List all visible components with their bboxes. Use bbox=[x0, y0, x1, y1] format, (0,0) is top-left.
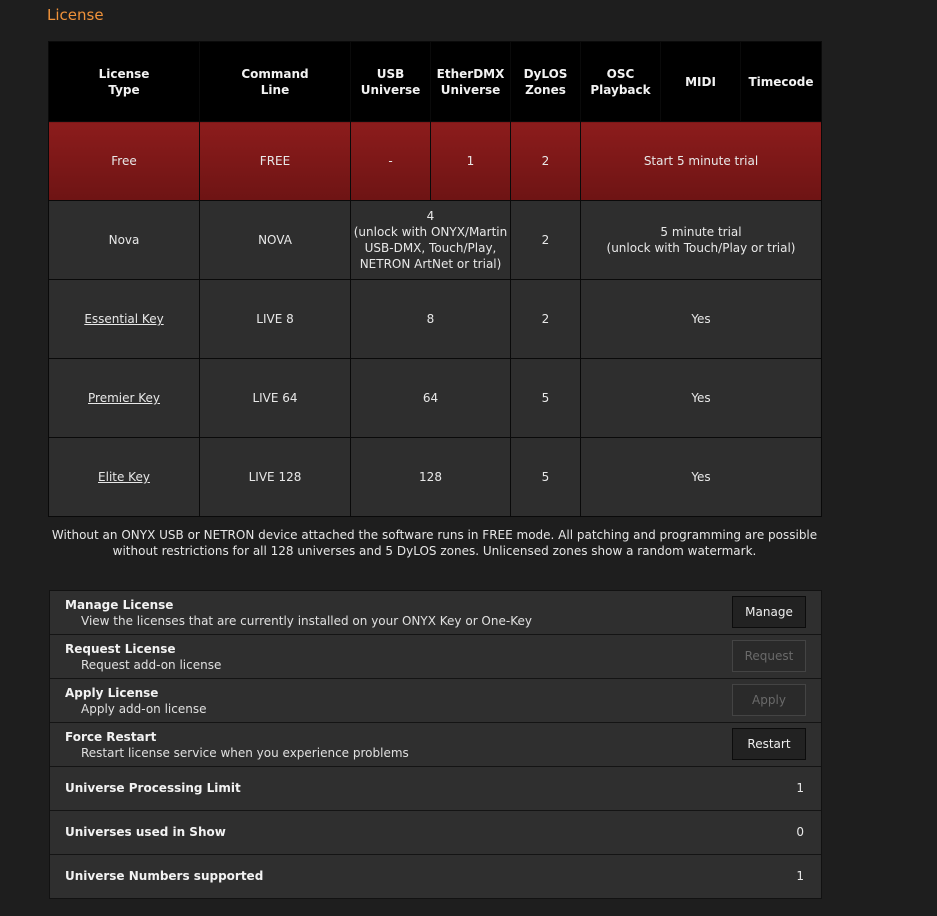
row-title: Request License bbox=[65, 642, 176, 656]
used-in-show-row: Universes used in Show 0 bbox=[50, 811, 821, 855]
header-timecode: Timecode bbox=[740, 41, 822, 122]
apply-button[interactable]: Apply bbox=[732, 684, 806, 716]
cell-license-type: Elite Key bbox=[48, 437, 200, 517]
cell-license-type: Free bbox=[48, 121, 200, 201]
row-description: View the licenses that are currently ins… bbox=[81, 614, 532, 628]
restart-button[interactable]: Restart bbox=[732, 728, 806, 760]
cell-usb-universe: - bbox=[350, 121, 431, 201]
row-title: Universe Processing Limit bbox=[65, 781, 241, 795]
cell-dylos-zones: 2 bbox=[510, 200, 581, 280]
table-header-row: License Type Command Line USB Universe E… bbox=[48, 41, 822, 122]
row-description: Apply add-on license bbox=[81, 702, 207, 716]
essential-key-link[interactable]: Essential Key bbox=[84, 312, 163, 326]
header-usb-universe: USB Universe bbox=[350, 41, 431, 122]
header-license-type: License Type bbox=[48, 41, 200, 122]
license-table: License Type Command Line USB Universe E… bbox=[48, 41, 822, 517]
cell-universe: 8 bbox=[350, 279, 511, 359]
table-row-elite: Elite Key LIVE 128 128 5 Yes bbox=[48, 437, 822, 517]
cell-command-line: FREE bbox=[199, 121, 351, 201]
header-dylos-zones: DyLOS Zones bbox=[510, 41, 581, 122]
header-midi: MIDI bbox=[660, 41, 741, 122]
row-description: Request add-on license bbox=[81, 658, 222, 672]
cell-universe: 4 (unlock with ONYX/Martin USB-DMX, Touc… bbox=[350, 200, 511, 280]
license-settings: Manage License View the licenses that ar… bbox=[49, 590, 822, 899]
cell-command-line: NOVA bbox=[199, 200, 351, 280]
license-page: License License Type Command Line USB Un… bbox=[0, 0, 937, 916]
row-title: Manage License bbox=[65, 598, 174, 612]
row-description: Restart license service when you experie… bbox=[81, 746, 409, 760]
manage-button[interactable]: Manage bbox=[732, 596, 806, 628]
elite-key-link[interactable]: Elite Key bbox=[98, 470, 150, 484]
cell-dylos-zones: 2 bbox=[510, 279, 581, 359]
force-restart-row: Force Restart Restart license service wh… bbox=[50, 723, 821, 767]
cell-dylos-zones: 2 bbox=[510, 121, 581, 201]
cell-features: Yes bbox=[580, 358, 822, 438]
request-license-row: Request License Request add-on license R… bbox=[50, 635, 821, 679]
start-trial-link[interactable]: Start 5 minute trial bbox=[580, 121, 822, 201]
row-title: Universes used in Show bbox=[65, 825, 226, 839]
page-title: License bbox=[47, 6, 104, 24]
free-mode-note: Without an ONYX USB or NETRON device att… bbox=[51, 528, 818, 558]
cell-dylos-zones: 5 bbox=[510, 437, 581, 517]
cell-universe: 128 bbox=[350, 437, 511, 517]
cell-command-line: LIVE 128 bbox=[199, 437, 351, 517]
processing-limit-value: 1 bbox=[796, 781, 804, 795]
premier-key-link[interactable]: Premier Key bbox=[88, 391, 160, 405]
cell-dylos-zones: 5 bbox=[510, 358, 581, 438]
processing-limit-row: Universe Processing Limit 1 bbox=[50, 767, 821, 811]
cell-license-type: Essential Key bbox=[48, 279, 200, 359]
table-row-essential: Essential Key LIVE 8 8 2 Yes bbox=[48, 279, 822, 359]
row-title: Apply License bbox=[65, 686, 159, 700]
used-in-show-value: 0 bbox=[796, 825, 804, 839]
row-title: Force Restart bbox=[65, 730, 157, 744]
apply-license-row: Apply License Apply add-on license Apply bbox=[50, 679, 821, 723]
numbers-supported-value: 1 bbox=[796, 869, 804, 883]
cell-features: Yes bbox=[580, 279, 822, 359]
cell-universe: 64 bbox=[350, 358, 511, 438]
cell-license-type: Nova bbox=[48, 200, 200, 280]
numbers-supported-row: Universe Numbers supported 1 bbox=[50, 855, 821, 898]
cell-features: 5 minute trial (unlock with Touch/Play o… bbox=[580, 200, 822, 280]
header-command-line: Command Line bbox=[199, 41, 351, 122]
manage-license-row: Manage License View the licenses that ar… bbox=[50, 591, 821, 635]
table-row-nova: Nova NOVA 4 (unlock with ONYX/Martin USB… bbox=[48, 200, 822, 280]
header-etherdmx-universe: EtherDMX Universe bbox=[430, 41, 511, 122]
cell-features: Yes bbox=[580, 437, 822, 517]
table-row-free[interactable]: Free FREE - 1 2 Start 5 minute trial bbox=[48, 121, 822, 201]
header-osc-playback: OSC Playback bbox=[580, 41, 661, 122]
cell-etherdmx-universe: 1 bbox=[430, 121, 511, 201]
row-title: Universe Numbers supported bbox=[65, 869, 264, 883]
cell-license-type: Premier Key bbox=[48, 358, 200, 438]
request-button[interactable]: Request bbox=[732, 640, 806, 672]
cell-command-line: LIVE 64 bbox=[199, 358, 351, 438]
cell-command-line: LIVE 8 bbox=[199, 279, 351, 359]
table-row-premier: Premier Key LIVE 64 64 5 Yes bbox=[48, 358, 822, 438]
